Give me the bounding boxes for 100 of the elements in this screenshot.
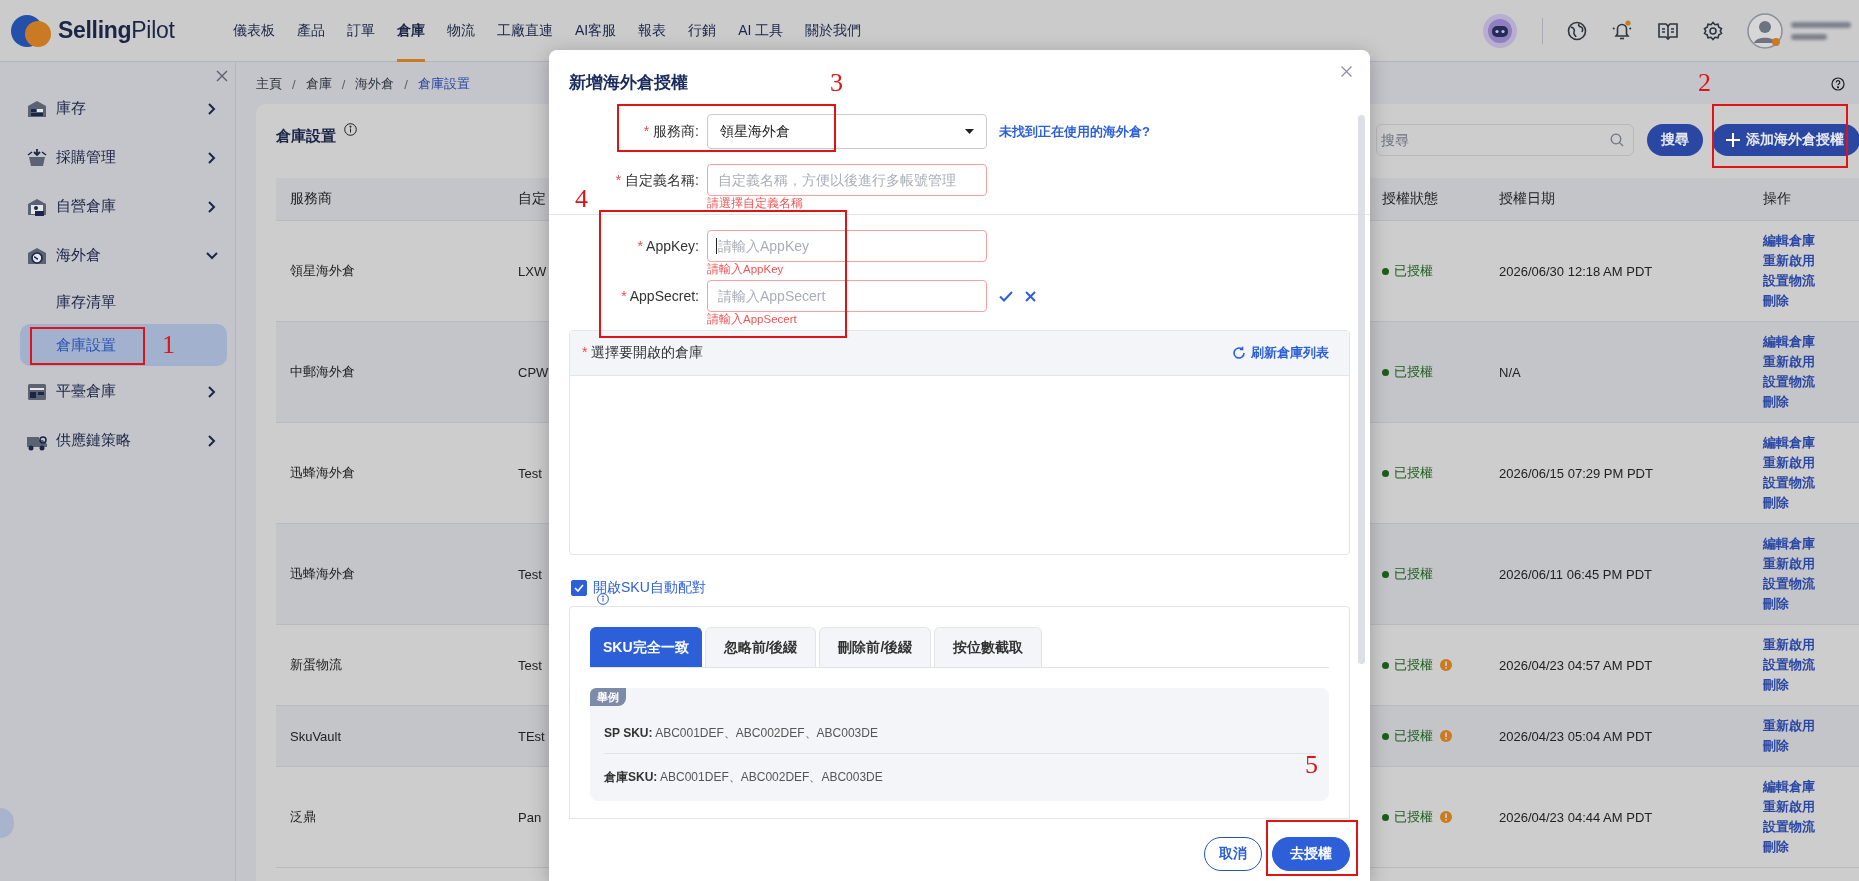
- sidebar-item[interactable]: 平臺倉庫: [0, 367, 235, 416]
- action-link[interactable]: 重新啟用: [1763, 352, 1846, 372]
- action-link[interactable]: 設置物流: [1763, 372, 1846, 392]
- action-link[interactable]: 設置物流: [1763, 574, 1846, 594]
- table-cell: Test: [518, 657, 542, 673]
- status-text: 已授權: [1394, 727, 1433, 745]
- column-header: 授權狀態: [1382, 190, 1438, 206]
- rule-tab[interactable]: SKU完全一致: [590, 627, 702, 667]
- status-text: 已授權: [1394, 656, 1433, 674]
- logo-text: SellingPilot: [58, 17, 175, 44]
- action-link[interactable]: 刪除: [1763, 736, 1846, 756]
- input-field[interactable]: 請輸入AppSecert: [707, 280, 987, 312]
- action-link[interactable]: 重新啟用: [1763, 554, 1846, 574]
- status-dot-icon: [1382, 469, 1389, 477]
- scrollbar-thumb[interactable]: [1358, 115, 1365, 664]
- action-link[interactable]: 編輯倉庫: [1763, 534, 1846, 554]
- breadcrumb-separator: /: [292, 76, 296, 92]
- blurred-name: [1791, 21, 1851, 40]
- table-cell: 新蛋物流: [290, 657, 342, 672]
- action-link[interactable]: 重新啟用: [1763, 635, 1846, 655]
- table-cell: Test: [518, 465, 542, 481]
- action-link[interactable]: 設置物流: [1763, 473, 1846, 493]
- table-cell: CPW: [518, 364, 549, 380]
- sidebar-subitem[interactable]: 庫存清單: [20, 281, 227, 323]
- dropdown[interactable]: 領星海外倉: [707, 114, 987, 149]
- action-link[interactable]: 編輯倉庫: [1763, 231, 1846, 251]
- status-text: 已授權: [1394, 464, 1433, 482]
- globe-icon[interactable]: [1567, 20, 1587, 41]
- action-link[interactable]: 設置物流: [1763, 271, 1846, 291]
- sidebar-item[interactable]: 海外倉: [0, 231, 235, 280]
- info-icon[interactable]: [597, 593, 609, 605]
- settings-icon[interactable]: [1703, 20, 1723, 41]
- status-dot-icon: [1382, 267, 1389, 275]
- field-label: * AppKey:: [637, 238, 699, 254]
- authorize-button[interactable]: 去授權: [1272, 837, 1350, 871]
- sidebar-item[interactable]: 自營倉庫: [0, 182, 235, 231]
- action-link[interactable]: 刪除: [1763, 837, 1846, 857]
- nav-tab[interactable]: 倉庫: [386, 0, 436, 62]
- breadcrumb-separator: /: [341, 76, 346, 92]
- breadcrumb-link[interactable]: 倉庫設置: [417, 75, 470, 93]
- status-dot-icon: [1382, 732, 1389, 740]
- breadcrumb-separator: /: [404, 76, 408, 92]
- info-icon[interactable]: [344, 122, 357, 136]
- action-link[interactable]: 刪除: [1763, 291, 1846, 311]
- sidebar-item[interactable]: 供應鏈策略: [0, 416, 235, 465]
- nav-tab[interactable]: 產品: [286, 0, 336, 62]
- basket-icon: [26, 146, 48, 169]
- checkbox[interactable]: [571, 580, 587, 596]
- nav-tab[interactable]: 儀表板: [222, 0, 286, 62]
- rule-tab[interactable]: 忽略前/後綴: [704, 627, 817, 667]
- close-icon[interactable]: [1025, 290, 1036, 302]
- input-field[interactable]: 請輸入AppKey: [707, 230, 987, 262]
- action-link[interactable]: 重新啟用: [1763, 716, 1846, 736]
- status-text: 已授權: [1394, 262, 1433, 280]
- add-authorization-button[interactable]: 添加海外倉授權: [1712, 124, 1859, 156]
- rule-tab[interactable]: 刪除前/後綴: [819, 627, 932, 667]
- search-field[interactable]: 搜尋: [1376, 124, 1634, 156]
- help-icon[interactable]: [1831, 77, 1845, 91]
- error-message: 請選擇自定義名稱: [707, 197, 804, 210]
- check-icon[interactable]: [999, 290, 1013, 302]
- dialog-title: 新增海外倉授權: [569, 73, 688, 92]
- action-link[interactable]: 重新啟用: [1763, 797, 1846, 817]
- book-icon[interactable]: [1657, 20, 1679, 41]
- action-link[interactable]: 重新啟用: [1763, 251, 1846, 271]
- sidebar-item[interactable]: 庫存: [0, 84, 235, 133]
- input-field[interactable]: 自定義名稱，方便以後進行多帳號管理: [707, 164, 987, 196]
- breadcrumb-link[interactable]: 主頁: [256, 75, 282, 93]
- action-link[interactable]: 編輯倉庫: [1763, 433, 1846, 453]
- cancel-button[interactable]: 取消: [1204, 837, 1262, 871]
- breadcrumb-link[interactable]: 倉庫: [305, 75, 332, 93]
- refresh-link[interactable]: 刷新倉庫列表: [1232, 344, 1329, 362]
- action-link[interactable]: 刪除: [1763, 675, 1846, 695]
- action-link[interactable]: 編輯倉庫: [1763, 332, 1846, 352]
- rule-tab[interactable]: 按位數截取: [934, 627, 1043, 667]
- breadcrumb-link[interactable]: 海外倉: [355, 75, 395, 93]
- action-link[interactable]: 編輯倉庫: [1763, 777, 1846, 797]
- bell-icon[interactable]: [1611, 19, 1633, 42]
- action-link[interactable]: 刪除: [1763, 392, 1846, 412]
- column-header: 授權日期: [1499, 190, 1555, 206]
- avatar-icon[interactable]: [1747, 12, 1783, 49]
- search-button[interactable]: 搜尋: [1647, 124, 1703, 156]
- close-icon[interactable]: [1341, 66, 1352, 77]
- close-icon[interactable]: [216, 70, 228, 82]
- status-dot-icon: [1382, 813, 1389, 821]
- nav-tab[interactable]: 訂單: [336, 0, 386, 62]
- status-text: 已授權: [1394, 363, 1433, 381]
- auto-match-label[interactable]: 開啟SKU自動配對: [593, 579, 706, 595]
- action-link[interactable]: 設置物流: [1763, 655, 1846, 675]
- table-cell: 2026/06/11 06:45 PM PDT: [1499, 566, 1652, 582]
- action-link[interactable]: 設置物流: [1763, 817, 1846, 837]
- nav-tab[interactable]: 物流: [436, 0, 486, 62]
- nav-tab[interactable]: 工廠直連: [486, 0, 564, 62]
- sidebar-item[interactable]: 採購管理: [0, 133, 235, 182]
- help-link[interactable]: 未找到正在使用的海外倉?: [999, 122, 1150, 141]
- action-link[interactable]: 刪除: [1763, 594, 1846, 614]
- action-link[interactable]: 刪除: [1763, 493, 1846, 513]
- robot-icon[interactable]: [1482, 12, 1518, 49]
- table-cell: Test: [518, 566, 542, 582]
- status-dot-icon: [1382, 368, 1389, 376]
- action-link[interactable]: 重新啟用: [1763, 453, 1846, 473]
